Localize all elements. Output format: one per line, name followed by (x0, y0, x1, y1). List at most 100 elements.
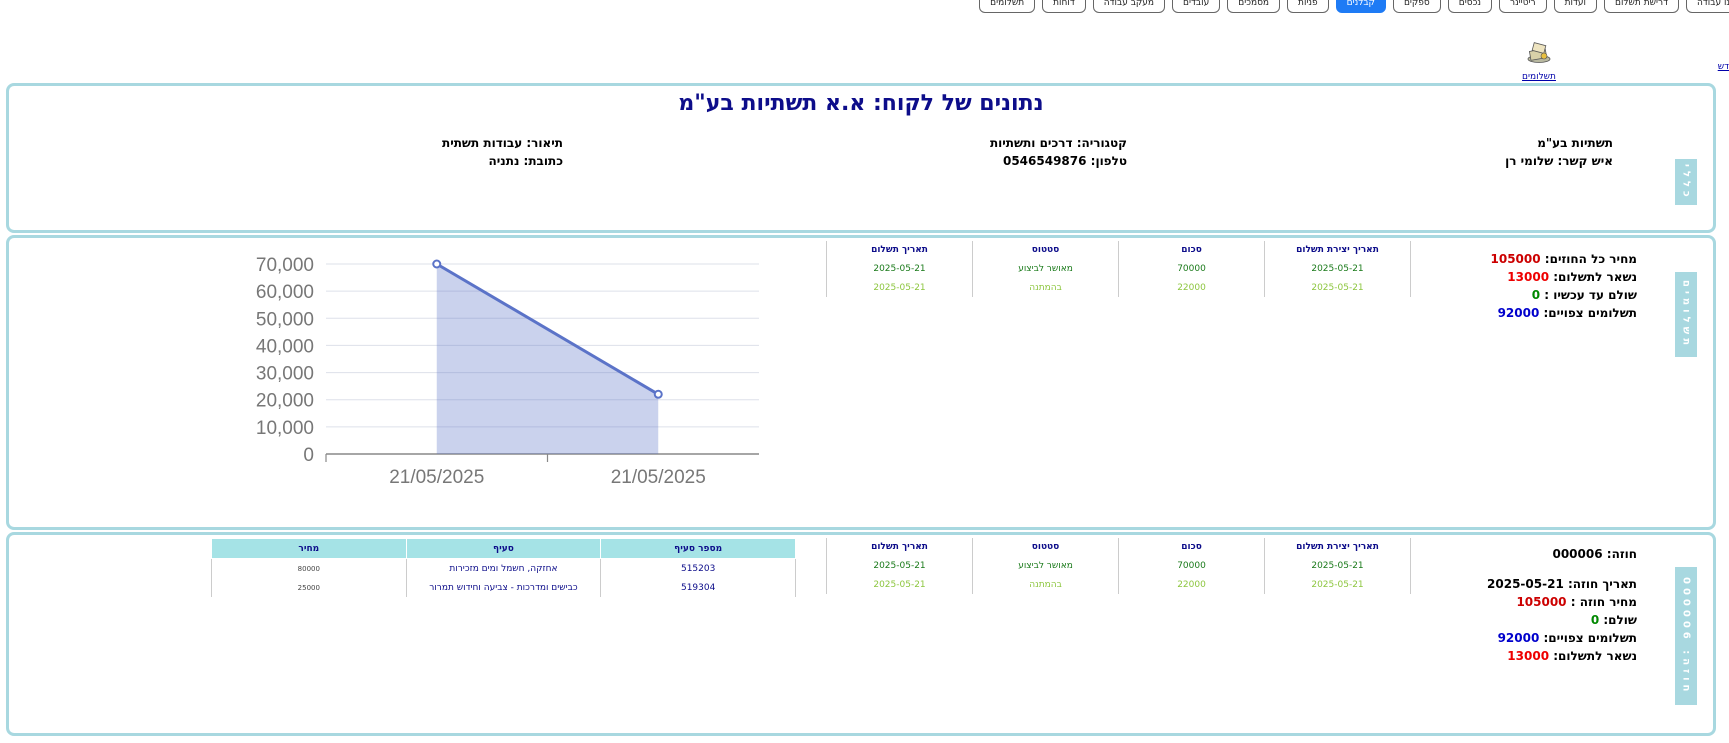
cell-item-desc: אחזקה, חשמל ומים מזכירות (405, 558, 602, 578)
client-name-block: תשתיות בע"מ איש קשר: שלומי רן (1505, 134, 1613, 170)
expected-row: תשלומים צפויים: 92000 (1491, 304, 1638, 322)
cell-status: בהמתנה (972, 575, 1120, 594)
client-category-block: קטגוריה: דרכים ותשתיות טלפון: 0546549876 (990, 134, 1127, 170)
expected-label: תשלומים צפויים: (1543, 306, 1638, 320)
nav-button[interactable]: קבלנים (1335, 0, 1386, 13)
y-tick-label: 10,000 (256, 418, 314, 439)
nav-button[interactable]: פניות (1287, 0, 1329, 13)
cell-status: מאושר לביצוע (972, 556, 1120, 575)
client-description-block: תיאור: עבודות תשתית כתובת: נתניה (442, 134, 563, 170)
contract-side-tab[interactable]: חוזה: 000006 (1675, 567, 1697, 705)
contract-expected: 92000 (1497, 631, 1540, 645)
area-fill (436, 264, 659, 454)
data-point (653, 389, 663, 399)
cell-created: 2025-05-21 (1264, 556, 1411, 575)
cell-amount: 70000 (1118, 556, 1266, 575)
col-created: תאריך יצירת תשלום (1264, 241, 1411, 259)
cell-date: 2025-05-21 (825, 278, 974, 297)
x-tick-label: 21/05/2025 (389, 467, 484, 488)
cell-item-price: 25000 (211, 578, 407, 597)
y-tick-label: 50,000 (256, 309, 314, 330)
nav-button[interactable]: נו עבודה (1686, 0, 1729, 13)
y-tick-label: 20,000 (256, 391, 314, 412)
col-amount: סכום (1118, 241, 1266, 259)
remaining-label: נשאר לתשלום: (1553, 270, 1637, 284)
contract-date-label: תאריך חוזה: (1567, 577, 1637, 591)
contract-panel: חוזה: 000006 חוזה: 000006 תאריך חוזה: 20… (6, 532, 1716, 736)
remaining-value: 13000 (1507, 270, 1550, 284)
col-created: תאריך יצירת תשלום (1264, 538, 1411, 556)
cell-date: 2025-05-21 (825, 259, 974, 278)
nav-button[interactable]: דרישת תשלום (1604, 0, 1679, 13)
nav-button[interactable]: תשלומים (979, 0, 1036, 13)
page-title: נתונים של לקוח: א.א תשתיות בע"מ (678, 91, 1044, 116)
paid-row: שולם עד עכשיו : 0 (1491, 286, 1637, 304)
payments-panel: תשלומים מחיר כל החוזים: 105000 נשאר לתשל… (6, 235, 1716, 530)
contract-paid-label: שולם: (1603, 613, 1637, 627)
contract-items-table: מספר סעיף סעיף מחיר 515203 אחזקה, חשמל ומ… (211, 538, 796, 597)
cell-date: 2025-05-21 (825, 575, 974, 594)
nav-button[interactable]: ריטיינר (1498, 0, 1547, 13)
y-tick-label: 0 (303, 445, 314, 466)
total-price-row: מחיר כל החוזים: 105000 (1491, 250, 1638, 268)
contract-paid: 0 (1590, 613, 1600, 627)
col-date: תאריך תשלום (825, 241, 974, 259)
client-category: קטגוריה: דרכים ותשתיות (989, 136, 1127, 150)
cell-created: 2025-05-21 (1264, 575, 1411, 594)
cell-date: 2025-05-21 (825, 556, 974, 575)
contract-payments-table: תאריך יצירת תשלום סכום סטטוס תאריך תשלום… (825, 538, 1411, 594)
x-tick-label: 21/05/2025 (611, 467, 706, 488)
total-price-value: 105000 (1490, 252, 1541, 266)
remaining-row: נשאר לתשלום: 13000 (1491, 268, 1637, 286)
nav-button[interactable]: נכסים (1447, 0, 1492, 13)
col-item-number: מספר סעיף (600, 538, 796, 559)
client-side-tab[interactable]: כללי (1675, 159, 1697, 205)
col-status: סטטוס (972, 538, 1120, 556)
nav-button[interactable]: מעקב עבודה (1092, 0, 1166, 13)
cell-status: מאושר לביצוע (972, 259, 1120, 278)
client-phone: טלפון: 0546549876 (1002, 154, 1127, 168)
payments-link[interactable]: תשלומים (1514, 40, 1564, 83)
payments-icon (1527, 42, 1551, 63)
contract-number: 000006 (1552, 547, 1603, 561)
contract-number-label: חוזה: (1606, 547, 1637, 561)
cell-amount: 70000 (1118, 259, 1266, 278)
col-date: תאריך תשלום (825, 538, 974, 556)
cell-status: בהמתנה (972, 278, 1120, 297)
table-row: 2025-05-21 22000 בהמתנה 2025-05-21 (825, 575, 1411, 594)
cell-created: 2025-05-21 (1264, 278, 1411, 297)
cell-created: 2025-05-21 (1264, 259, 1411, 278)
nav-button[interactable]: ועדות (1553, 0, 1597, 13)
cell-item-num: 519304 (600, 578, 796, 597)
paid-label: שולם עד עכשיו : (1544, 288, 1637, 302)
client-address: כתובת: נתניה (488, 154, 563, 168)
nav-button[interactable]: עובדים (1172, 0, 1221, 13)
client-description: תיאור: עבודות תשתית (442, 136, 563, 150)
client-contact: איש קשר: שלומי רן (1505, 154, 1613, 168)
nav-button[interactable]: מסמכים (1227, 0, 1281, 13)
nav-button[interactable]: ספקים (1392, 0, 1441, 13)
contract-paid-row: שולם: 0 (1487, 611, 1637, 629)
col-status: סטטוס (972, 241, 1120, 259)
payments-table: תאריך יצירת תשלום סכום סטטוס תאריך תשלום… (825, 241, 1411, 297)
payments-link-label[interactable]: תשלומים (1522, 72, 1556, 82)
contract-remaining-label: נשאר לתשלום: (1553, 649, 1637, 663)
table-row: 515203 אחזקה, חשמל ומים מזכירות 80000 (211, 558, 796, 578)
contract-number-row: חוזה: 000006 (1487, 545, 1637, 563)
contract-remaining-row: נשאר לתשלום: 13000 (1487, 647, 1637, 665)
top-nav: נו עבודה דרישת תשלום ועדות ריטיינר נכסים ספקי… (979, 0, 1729, 14)
contract-price: 105000 (1516, 595, 1567, 609)
contract-date: 2025-05-21 (1487, 577, 1564, 591)
contract-price-label: מחיר חוזה : (1570, 595, 1637, 609)
new-link[interactable]: דש (1718, 62, 1729, 72)
contract-remaining: 13000 (1507, 649, 1550, 663)
nav-button[interactable]: דוחות (1042, 0, 1086, 13)
cell-item-num: 515203 (600, 558, 796, 578)
contract-price-row: מחיר חוזה : 105000 (1487, 593, 1637, 611)
payments-side-tab[interactable]: תשלומים (1675, 272, 1697, 357)
col-item-desc: סעיף (405, 538, 602, 559)
client-name: תשתיות בע"מ (1537, 136, 1613, 150)
contract-expected-label: תשלומים צפויים: (1543, 631, 1638, 645)
cell-amount: 22000 (1118, 575, 1266, 594)
y-tick-label: 40,000 (256, 336, 314, 357)
